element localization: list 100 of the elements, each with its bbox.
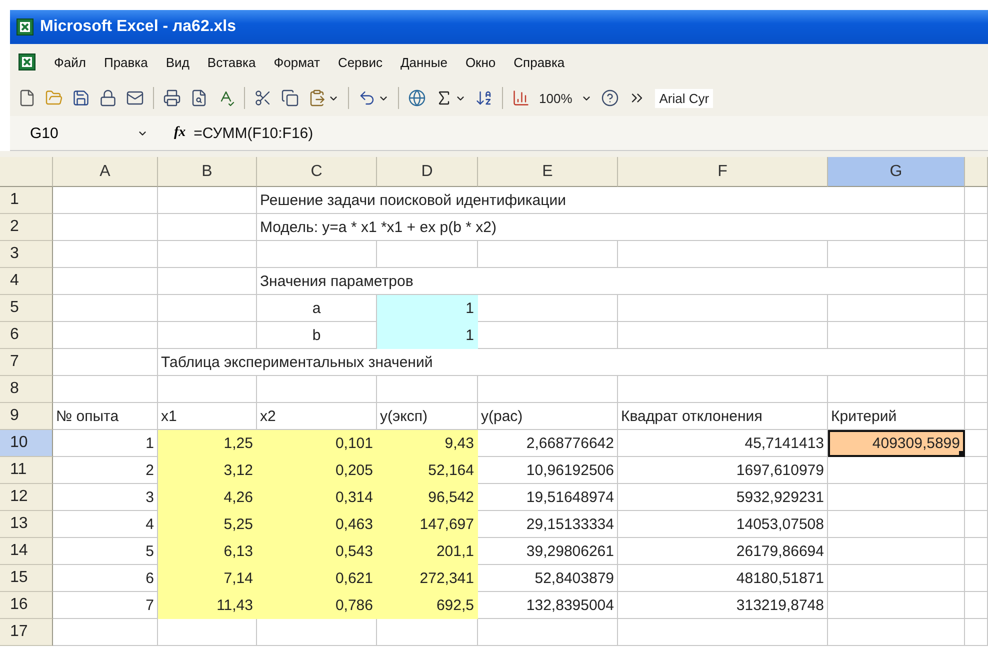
- table-cell[interactable]: [965, 268, 988, 295]
- column-header[interactable]: F: [618, 157, 828, 187]
- table-cell[interactable]: 692,5: [377, 592, 478, 619]
- row-header[interactable]: 6: [0, 322, 53, 349]
- name-box[interactable]: G10: [10, 124, 160, 142]
- table-cell[interactable]: Модель: y=a * x1 *x1 + ex p(b * x2): [257, 214, 965, 241]
- table-cell[interactable]: 96,542: [377, 484, 478, 511]
- row-header[interactable]: 14: [0, 538, 53, 565]
- column-header[interactable]: D: [377, 157, 478, 187]
- table-cell[interactable]: 1697,610979: [618, 457, 828, 484]
- table-cell[interactable]: [965, 295, 988, 322]
- table-cell[interactable]: y(рас): [478, 403, 618, 430]
- table-cell[interactable]: [377, 241, 478, 268]
- row-header[interactable]: 17: [0, 619, 53, 646]
- menu-item[interactable]: Справка: [514, 54, 565, 70]
- table-cell[interactable]: [828, 592, 965, 619]
- table-cell[interactable]: [965, 592, 988, 619]
- font-field[interactable]: Arial Cyr: [655, 88, 714, 108]
- table-cell[interactable]: [618, 241, 828, 268]
- table-cell[interactable]: 313219,8748: [618, 592, 828, 619]
- table-cell[interactable]: 1: [377, 322, 478, 349]
- row-header[interactable]: 13: [0, 511, 53, 538]
- menu-item[interactable]: Вставка: [207, 54, 256, 70]
- row-header[interactable]: 9: [0, 403, 53, 430]
- table-cell[interactable]: [965, 214, 988, 241]
- table-cell[interactable]: [965, 538, 988, 565]
- table-cell[interactable]: 0,543: [257, 538, 377, 565]
- table-cell[interactable]: [53, 349, 158, 376]
- printer-icon[interactable]: [163, 89, 181, 107]
- table-cell[interactable]: 409309,5899: [828, 430, 965, 457]
- table-cell[interactable]: [257, 376, 377, 403]
- table-cell[interactable]: [478, 241, 618, 268]
- table-cell[interactable]: [828, 538, 965, 565]
- table-cell[interactable]: [478, 619, 618, 646]
- table-cell[interactable]: [618, 295, 828, 322]
- formula-field[interactable]: =СУММ(F10:F16): [194, 124, 314, 142]
- menu-item[interactable]: Файл: [54, 54, 86, 70]
- table-cell[interactable]: Таблица экспериментальных значений: [158, 349, 965, 376]
- row-header[interactable]: 12: [0, 484, 53, 511]
- lock-icon[interactable]: [99, 89, 117, 107]
- table-cell[interactable]: 48180,51871: [618, 565, 828, 592]
- column-header[interactable]: [965, 157, 988, 187]
- table-cell[interactable]: 4,26: [158, 484, 257, 511]
- table-cell[interactable]: Квадрат отклонения: [618, 403, 828, 430]
- row-header[interactable]: 11: [0, 457, 53, 484]
- table-cell[interactable]: [965, 619, 988, 646]
- table-cell[interactable]: 0,463: [257, 511, 377, 538]
- table-cell[interactable]: [965, 430, 988, 457]
- table-cell[interactable]: 0,314: [257, 484, 377, 511]
- globe-icon[interactable]: [408, 89, 426, 107]
- bar-chart-icon[interactable]: [512, 89, 530, 107]
- fill-handle[interactable]: [959, 451, 964, 456]
- table-cell[interactable]: [965, 457, 988, 484]
- table-cell[interactable]: 0,101: [257, 430, 377, 457]
- menu-item[interactable]: Формат: [274, 54, 320, 70]
- table-cell[interactable]: [377, 619, 478, 646]
- row-header[interactable]: 15: [0, 565, 53, 592]
- table-cell[interactable]: [158, 322, 257, 349]
- folder-icon[interactable]: [45, 89, 63, 107]
- row-header[interactable]: 1: [0, 187, 53, 214]
- table-cell[interactable]: 3,12: [158, 457, 257, 484]
- table-cell[interactable]: [478, 295, 618, 322]
- table-cell[interactable]: [53, 376, 158, 403]
- table-cell[interactable]: [257, 241, 377, 268]
- column-header[interactable]: G: [828, 157, 965, 187]
- zoom-field[interactable]: 100%: [539, 90, 572, 106]
- sort-icon[interactable]: [475, 89, 493, 107]
- table-cell[interactable]: [53, 214, 158, 241]
- row-header[interactable]: 5: [0, 295, 53, 322]
- menu-item[interactable]: Окно: [465, 54, 496, 70]
- table-cell[interactable]: [158, 268, 257, 295]
- table-cell[interactable]: [828, 457, 965, 484]
- table-cell[interactable]: [965, 241, 988, 268]
- table-cell[interactable]: 201,1: [377, 538, 478, 565]
- table-cell[interactable]: 5,25: [158, 511, 257, 538]
- table-cell[interactable]: 1: [377, 295, 478, 322]
- table-cell[interactable]: 52,164: [377, 457, 478, 484]
- table-cell[interactable]: № опыта: [53, 403, 158, 430]
- table-cell[interactable]: [158, 619, 257, 646]
- row-header[interactable]: 4: [0, 268, 53, 295]
- table-cell[interactable]: [965, 187, 988, 214]
- table-cell[interactable]: 132,8395004: [478, 592, 618, 619]
- column-header[interactable]: C: [257, 157, 377, 187]
- clipboard-icon[interactable]: [308, 89, 326, 107]
- table-cell[interactable]: 52,8403879: [478, 565, 618, 592]
- table-cell[interactable]: 14053,07508: [618, 511, 828, 538]
- table-cell[interactable]: [618, 619, 828, 646]
- table-cell[interactable]: [965, 349, 988, 376]
- table-cell[interactable]: [828, 484, 965, 511]
- table-cell[interactable]: [53, 295, 158, 322]
- menu-item[interactable]: Данные: [400, 54, 448, 70]
- column-header[interactable]: A: [53, 157, 158, 187]
- table-cell[interactable]: 0,205: [257, 457, 377, 484]
- table-cell[interactable]: [618, 376, 828, 403]
- row-header[interactable]: 8: [0, 376, 53, 403]
- table-cell[interactable]: [53, 268, 158, 295]
- table-cell[interactable]: 0,621: [257, 565, 377, 592]
- table-cell[interactable]: [158, 187, 257, 214]
- row-header[interactable]: 10: [0, 430, 53, 457]
- table-cell[interactable]: [377, 376, 478, 403]
